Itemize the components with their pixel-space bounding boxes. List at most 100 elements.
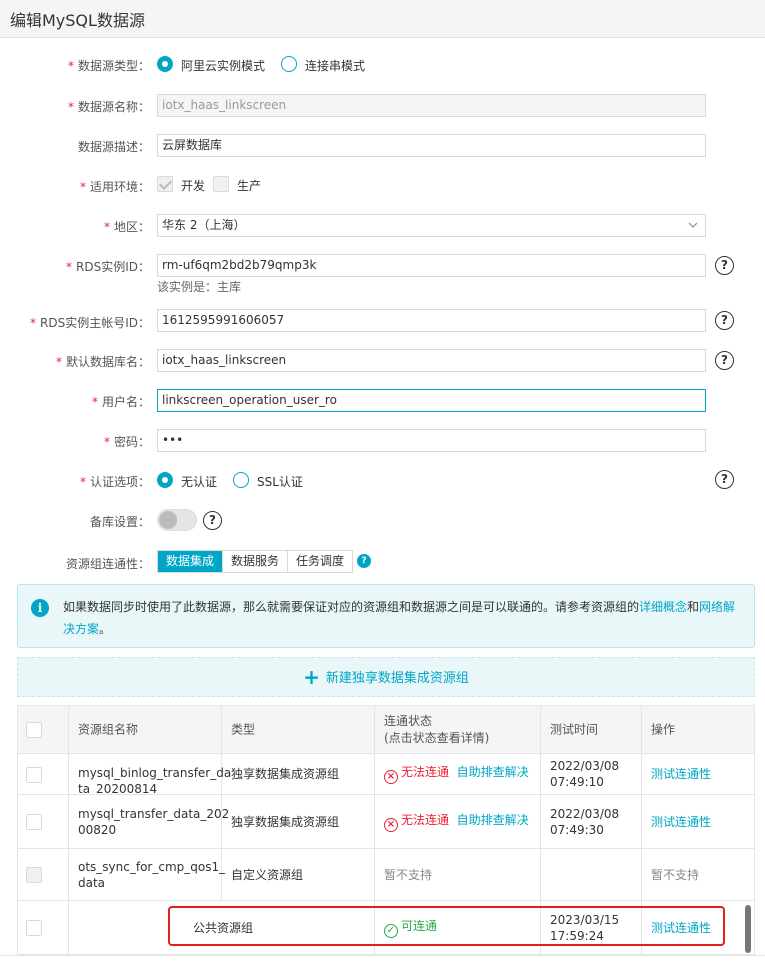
standby-label: 备库设置： — [89, 515, 150, 529]
header-action-text: 操作 — [651, 722, 676, 737]
rds-instance-hint: 该实例是：主库 — [157, 280, 242, 294]
status-unreachable[interactable]: 无法连通 — [401, 765, 449, 779]
password-label: * 密码： — [103, 435, 150, 449]
region-select[interactable]: 华东 2（上海） — [157, 214, 706, 237]
row-checkbox-disabled — [26, 867, 42, 883]
row-time-cell: 2022/03/08 07:49:10 — [541, 754, 642, 794]
table-header: 资源组名称 类型 连通状态 (点击状态查看详情) 测试时间 操作 — [18, 706, 754, 754]
header-time: 测试时间 — [541, 706, 642, 754]
row-time-clock: 07:49:30 — [550, 822, 604, 837]
username-label: * 用户名： — [91, 395, 150, 409]
row-action-cell: 测试连通性 — [642, 795, 754, 848]
connectivity-label: 资源组连通性： — [65, 557, 150, 571]
highlight-box — [168, 906, 725, 946]
row-type: 自定义资源组 — [231, 867, 304, 882]
standby-help-icon[interactable]: ? — [203, 511, 222, 530]
row-time-date: 2022/03/08 — [550, 759, 620, 773]
row-status-cell: × 无法连通 自助排查解决 — [375, 795, 541, 848]
tab-data-integration[interactable]: 数据集成 — [158, 551, 224, 572]
row-checkbox[interactable] — [26, 767, 42, 783]
standby-toggle[interactable] — [157, 509, 197, 531]
region-value: 华东 2（上海） — [162, 218, 246, 232]
status-unsupported: 暂不支持 — [384, 867, 433, 882]
default-db-help-icon[interactable]: ? — [715, 351, 734, 370]
radio-no-auth-label[interactable]: 无认证 — [181, 473, 217, 490]
info-icon: i — [31, 599, 49, 617]
header-action: 操作 — [642, 706, 754, 754]
test-connectivity-link[interactable]: 测试连通性 — [651, 766, 711, 782]
header-name-text: 资源组名称 — [78, 722, 139, 737]
row-select-cell — [18, 795, 69, 848]
row-time-clock: 07:49:10 — [550, 775, 604, 789]
table-row: mysql_transfer_data_202 00820 独享数据集成资源组 ×… — [18, 795, 754, 849]
env-dev-label[interactable]: 开发 — [181, 177, 205, 194]
plus-icon: + — [303, 665, 320, 689]
row-name-line1: mysql_transfer_data_202 — [78, 806, 230, 821]
row-name: mysql_transfer_data_202 00820 — [78, 806, 229, 838]
row-type: 独享数据集成资源组 — [231, 767, 340, 781]
row-name-cell: mysql_binlog_transfer_da ta_20200814 — [69, 754, 231, 796]
chevron-down-icon — [688, 222, 698, 228]
default-db-input[interactable]: iotx_haas_linkscreen — [157, 349, 706, 372]
row-name-line2: 00820 — [78, 822, 117, 837]
radio-no-auth[interactable] — [157, 472, 173, 488]
env-prod-label[interactable]: 生产 — [237, 177, 261, 194]
password-input[interactable]: ••• — [157, 429, 706, 452]
region-label: * 地区： — [103, 220, 150, 234]
new-exclusive-group-button[interactable]: + 新建独享数据集成资源组 — [17, 657, 755, 697]
radio-ssl-auth-label[interactable]: SSL认证 — [257, 473, 303, 490]
status-unreachable[interactable]: 无法连通 — [401, 813, 449, 827]
notice-text-and: 和 — [687, 600, 700, 614]
title-bar: 编辑MySQL数据源 — [0, 0, 765, 38]
row-type-cell: 独享数据集成资源组 — [222, 754, 375, 794]
row-status-cell: × 无法连通 自助排查解决 — [375, 754, 541, 794]
radio-connection-string[interactable] — [281, 56, 297, 72]
error-icon: × — [384, 817, 398, 832]
connectivity-help-icon[interactable]: ? — [357, 554, 371, 568]
row-name: mysql_binlog_transfer_da ta_20200814 — [78, 765, 231, 797]
select-all-checkbox[interactable] — [26, 722, 42, 738]
rds-instance-label: * RDS实例ID： — [66, 260, 150, 274]
link-detailed-concept[interactable]: 详细概念 — [639, 600, 687, 614]
row-time-cell — [541, 849, 642, 900]
rds-owner-input[interactable]: 1612595991606057 — [157, 309, 706, 332]
test-connectivity-link[interactable]: 测试连通性 — [651, 814, 711, 830]
radio-aliyun-instance-label[interactable]: 阿里云实例模式 — [181, 57, 265, 74]
radio-connection-string-label[interactable]: 连接串模式 — [305, 57, 365, 74]
row-status: × 无法连通 自助排查解决 — [384, 812, 529, 832]
env-prod-checkbox[interactable] — [213, 176, 229, 192]
rds-owner-help-icon[interactable]: ? — [715, 311, 734, 330]
connectivity-tabs: 数据集成 数据服务 任务调度 — [157, 550, 354, 573]
tab-task-scheduling[interactable]: 任务调度 — [288, 551, 353, 572]
row-name-line1: ots_sync_for_cmp_qos1_ — [78, 859, 226, 874]
source-desc-input[interactable]: 云屏数据库 — [157, 134, 706, 157]
row-select-cell — [18, 754, 69, 794]
username-input[interactable]: linkscreen_operation_user_ro — [157, 389, 706, 412]
source-name-input[interactable]: iotx_haas_linkscreen — [157, 94, 706, 117]
tab-data-service[interactable]: 数据服务 — [223, 551, 289, 572]
radio-aliyun-instance[interactable] — [157, 56, 173, 72]
source-desc-label: 数据源描述： — [77, 140, 150, 154]
auth-help-icon[interactable]: ? — [715, 470, 734, 489]
table-scrollbar[interactable] — [745, 905, 751, 953]
row-checkbox[interactable] — [26, 814, 42, 830]
env-label: * 适用环境： — [79, 180, 150, 194]
row-checkbox[interactable] — [26, 920, 42, 936]
radio-ssl-auth[interactable] — [233, 472, 249, 488]
info-notice: i 如果数据同步时使用了此数据源，那么就需要保证对应的资源组和数据源之间是可以联… — [17, 584, 755, 648]
row-action-cell: 暂不支持 — [642, 849, 754, 900]
row-time-cell: 2022/03/08 07:49:30 — [541, 795, 642, 848]
self-troubleshoot-link[interactable]: 自助排查解决 — [457, 813, 529, 827]
header-status: 连通状态 (点击状态查看详情) — [375, 706, 541, 754]
action-unsupported: 暂不支持 — [651, 867, 700, 882]
header-type: 类型 — [222, 706, 375, 754]
header-select — [18, 706, 69, 754]
toggle-knob — [159, 511, 177, 529]
env-dev-checkbox[interactable] — [157, 176, 173, 192]
self-troubleshoot-link[interactable]: 自助排查解决 — [457, 765, 529, 779]
header-time-text: 测试时间 — [550, 722, 599, 737]
row-select-cell — [18, 901, 69, 954]
table-row: ots_sync_for_cmp_qos1_ data 自定义资源组 暂不支持 暂… — [18, 849, 754, 901]
rds-instance-input[interactable]: rm-uf6qm2bd2b79qmp3k — [157, 254, 706, 277]
rds-instance-help-icon[interactable]: ? — [715, 256, 734, 275]
